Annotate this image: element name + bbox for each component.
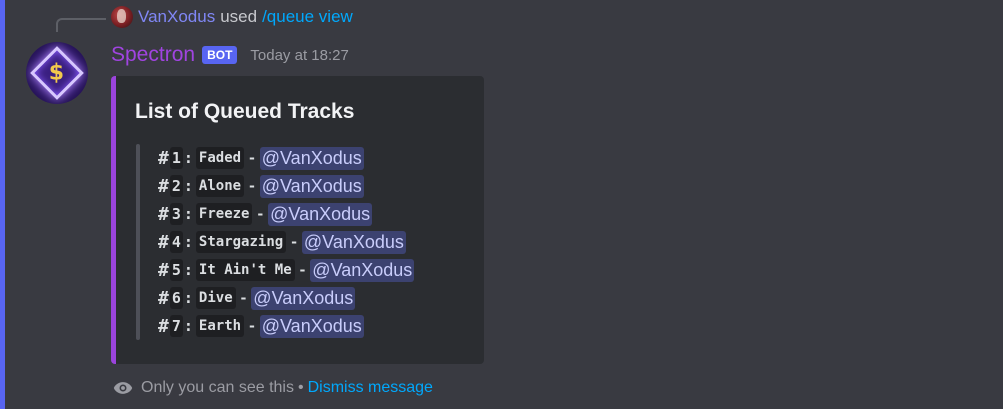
- message-header: Spectron BOT Today at 18:27: [111, 42, 349, 68]
- queue-item: #1: Faded - @VanXodus: [158, 144, 414, 172]
- queue-item: #5: It Ain't Me - @VanXodus: [158, 256, 415, 284]
- queue-item: #7: Earth - @VanXodus: [158, 312, 414, 340]
- hash-symbol: #: [158, 315, 169, 337]
- queue-item: #6: Dive - @VanXodus: [158, 284, 414, 312]
- track-name: Freeze: [195, 203, 253, 225]
- queue-number: #5:: [158, 259, 193, 281]
- avatar-diamond-frame: $: [30, 46, 84, 100]
- position-number: 1: [169, 147, 183, 169]
- separator-dash: -: [299, 260, 306, 279]
- command-reply-context[interactable]: VanXodus used /queue view: [111, 5, 353, 29]
- queue-number: #6:: [158, 287, 193, 309]
- position-number: 2: [169, 175, 183, 197]
- hash-symbol: #: [158, 231, 169, 253]
- track-name: Dive: [195, 287, 236, 309]
- hash-symbol: #: [158, 175, 169, 197]
- dismiss-message-link[interactable]: Dismiss message: [308, 379, 433, 397]
- user-mention[interactable]: @VanXodus: [259, 174, 364, 198]
- hash-symbol: #: [158, 203, 169, 225]
- blockquote-bar: [136, 144, 140, 340]
- queue-number: #7:: [158, 315, 193, 337]
- separator-dot: •: [297, 379, 304, 396]
- bot-badge: BOT: [202, 46, 238, 64]
- separator-dash: -: [257, 204, 264, 223]
- position-number: 5: [169, 259, 183, 281]
- slash-command-link[interactable]: /queue view: [262, 7, 353, 27]
- separator-dash: -: [240, 288, 247, 307]
- user-mention[interactable]: @VanXodus: [259, 146, 364, 170]
- queue-number: #4:: [158, 231, 193, 253]
- track-name: Faded: [195, 147, 245, 169]
- position-number: 7: [169, 315, 183, 337]
- queue-number: #1:: [158, 147, 193, 169]
- number-colon: :: [183, 177, 193, 195]
- user-mention[interactable]: @VanXodus: [301, 230, 406, 254]
- embed-title: List of Queued Tracks: [135, 100, 355, 123]
- separator-dash: -: [249, 148, 255, 167]
- number-colon: :: [183, 205, 193, 223]
- number-colon: :: [183, 289, 193, 307]
- user-mention[interactable]: @VanXodus: [268, 202, 373, 226]
- user-mention[interactable]: @VanXodus: [310, 258, 415, 282]
- dollar-icon: $: [49, 60, 65, 86]
- track-name: Alone: [195, 175, 245, 197]
- user-mention[interactable]: @VanXodus: [259, 314, 364, 338]
- queue-list: #1: Faded - @VanXodus #2: Alone - @VanXo…: [158, 144, 415, 340]
- ephemeral-text: Only you can see this: [141, 379, 294, 396]
- track-name: Stargazing: [195, 231, 287, 253]
- queue-item: #4: Stargazing - @VanXodus: [158, 228, 414, 256]
- user-mention[interactable]: @VanXodus: [251, 286, 356, 310]
- ephemeral-notice: Only you can see this • Dismiss message: [113, 377, 433, 399]
- hash-symbol: #: [158, 287, 169, 309]
- separator-dash: -: [249, 176, 255, 195]
- bot-avatar[interactable]: $: [26, 42, 88, 104]
- queue-number: #2:: [158, 175, 193, 197]
- track-name: It Ain't Me: [195, 259, 295, 281]
- position-number: 6: [169, 287, 183, 309]
- reply-used-text: used: [220, 7, 258, 26]
- ephemeral-message: VanXodus used /queue view $ Spectron BOT…: [0, 0, 1003, 409]
- author-name[interactable]: Spectron: [111, 43, 195, 67]
- number-colon: :: [183, 261, 193, 279]
- highlight-bar: [0, 0, 5, 409]
- track-name: Earth: [195, 315, 245, 337]
- hash-symbol: #: [158, 259, 169, 281]
- message-timestamp[interactable]: Today at 18:27: [250, 47, 348, 64]
- reply-username[interactable]: VanXodus: [138, 7, 215, 27]
- queue-item: #2: Alone - @VanXodus: [158, 172, 414, 200]
- position-number: 3: [169, 203, 183, 225]
- separator-dash: -: [249, 316, 255, 335]
- number-colon: :: [183, 149, 193, 167]
- number-colon: :: [183, 317, 193, 335]
- queue-item: #3: Freeze - @VanXodus: [158, 200, 414, 228]
- hash-symbol: #: [158, 147, 169, 169]
- reply-connector: [56, 18, 106, 32]
- number-colon: :: [183, 233, 193, 251]
- reply-user-avatar[interactable]: [111, 6, 133, 28]
- eye-icon: [113, 382, 133, 394]
- position-number: 4: [169, 231, 183, 253]
- queue-number: #3:: [158, 203, 193, 225]
- queue-embed: List of Queued Tracks #1: Faded - @VanXo…: [111, 76, 484, 364]
- separator-dash: -: [291, 232, 297, 251]
